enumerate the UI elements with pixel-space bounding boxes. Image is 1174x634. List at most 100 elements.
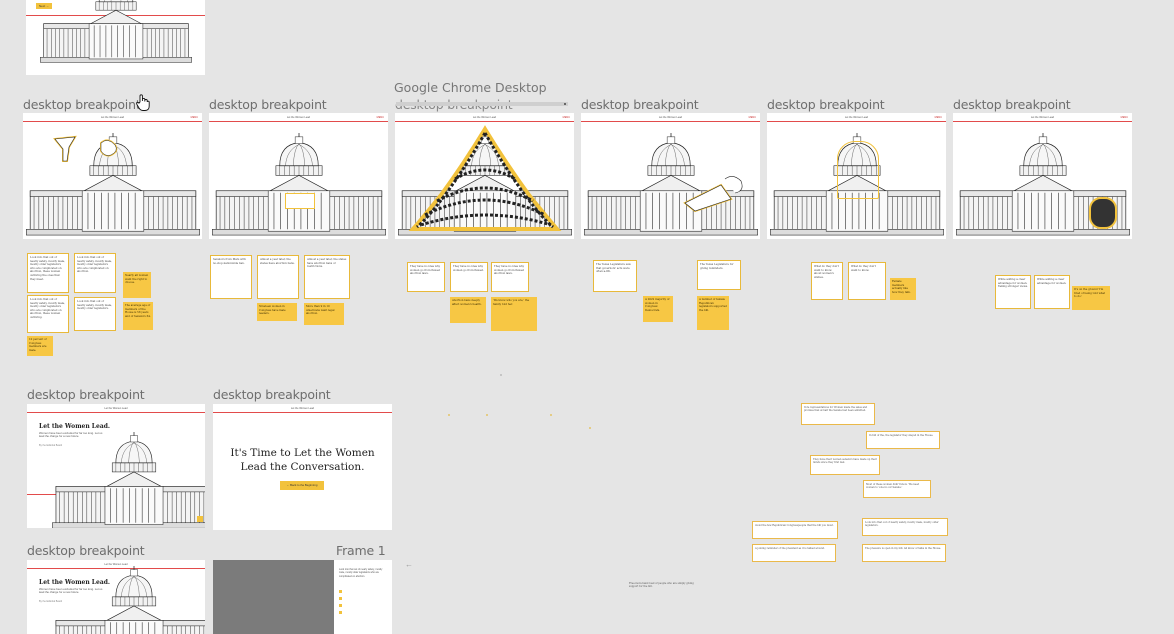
cta-headline: Lead the Conversation. [240,461,365,473]
frame-1-side[interactable]: Look into that out of nearly safety, mos… [334,560,392,634]
note-card[interactable]: The Texas Legislature for giving reminde… [697,260,741,290]
frame-label[interactable]: desktop breakpoint [213,387,331,402]
frame-header: Let the Women Lead [290,407,315,410]
frame-label[interactable]: desktop breakpoint [23,97,141,112]
note-card[interactable]: While adding a clear advantage for women… [995,275,1031,309]
loose-note[interactable]: Vote representatives for Women made the … [801,403,875,425]
back-button[interactable]: ← Back to the Beginning [280,481,324,490]
breakpoint-frame-3[interactable]: Let the Women Lead MENU [395,113,574,239]
menu-link[interactable]: MENU [935,116,942,119]
frame-label[interactable]: desktop breakpoint [209,97,327,112]
highlight-note[interactable]: A number of female Republican legislator… [697,296,729,330]
menu-link[interactable]: MENU [749,116,756,119]
tooltip-bar-dot [564,103,566,105]
cta-headline: It's Time to Let the Women [230,447,375,459]
note-card[interactable]: Look into that out of nearly safety, mos… [74,253,116,293]
note-card[interactable]: Senators from Mars with no-stop-nationwi… [210,255,252,299]
frame-label[interactable]: desktop breakpoint [27,543,145,558]
note-card[interactable]: They have no idea why women go from flaw… [450,262,488,292]
lead-frame-2[interactable]: Let the Women Lead Let the Women Lead. W… [27,560,205,634]
canvas-dot [448,414,450,416]
capitol-illustration [51,566,205,634]
loose-note[interactable]: They have their women senators have made… [810,455,880,475]
portal-overlay [1089,197,1117,229]
menu-link[interactable]: MENU [563,116,570,119]
bullet-row [339,611,342,614]
frame-header: Let the Women Lead [104,407,128,410]
canvas-dot [550,414,552,416]
frame-header: Let the Women Lead [844,116,869,119]
highlight-note[interactable]: A 2022 majority of women in Congress: De… [643,296,673,322]
breakpoint-frame-4[interactable]: Let the Women Lead MENU [581,113,760,239]
menu-link[interactable]: MENU [191,116,198,119]
side-text: Look into that out of nearly safety, mos… [339,568,383,578]
bullet-row [339,590,342,593]
breakpoint-frame-5[interactable]: Let the Women Lead MENU [767,113,946,239]
canvas-dot [589,427,591,429]
loose-note[interactable]: A joining reminder of the president as i… [752,544,836,562]
breakpoint-frame-1[interactable]: Let the Women Lead MENU [23,113,202,239]
note-card[interactable]: Almost a year later, the states have abo… [257,255,299,299]
highlight-note[interactable]: It's on the ground 'I'm tired of being t… [1072,286,1110,310]
note-card[interactable]: The Texas Legislature saw that governors… [593,260,637,292]
loose-note[interactable]: Avoid the few Republican Congresspeople … [752,521,838,539]
loose-text[interactable]: Free more hand load of people who are si… [629,582,697,589]
chain-overlay [408,125,562,231]
frame-label[interactable]: desktop breakpoint [581,97,699,112]
note-card[interactable]: While adding a clear advantage for women… [1034,275,1070,309]
dome-highlight [837,141,879,199]
device-tooltip: Google Chrome Desktop [394,80,572,108]
breakpoint-frame-2[interactable]: Let the Women Lead MENU [209,113,388,239]
note-card[interactable]: Look into that out of nearly safety, mos… [27,253,69,293]
top-frame[interactable]: Next → [26,0,205,75]
frame-1-placeholder[interactable] [213,560,334,634]
note-card[interactable]: Almost a year later, the states have abo… [304,255,350,299]
frame-header: Let the Women Lead [472,116,497,119]
loose-note[interactable]: Look into that out of nearly safety, mos… [862,518,948,536]
arrow-left-icon[interactable]: ← [405,560,413,569]
highlight-note[interactable]: Female members actually like how they ta… [890,278,916,300]
capitol-illustration [211,133,386,236]
menu-link[interactable]: MENU [377,116,384,119]
guide-line [23,121,202,122]
guide-line [581,121,760,122]
guide-line [27,412,205,413]
funnel-overlay [53,135,118,162]
canvas-dot [500,374,502,376]
sign-overlay [683,176,743,213]
tooltip-bar [396,102,568,106]
note-card[interactable]: Look into that out of nearly safety, mos… [74,297,116,331]
frame-header: Let the Women Lead [286,116,311,119]
lead-frame[interactable]: Let the Women Lead Let the Women Lead. W… [27,404,205,528]
cta-frame[interactable]: Let the Women Lead It's Time to Let the … [213,404,392,530]
highlight-note[interactable]: Abortion bans deeply affect women's heal… [450,297,486,323]
breakpoint-frame-6[interactable]: Let the Women Lead MENU [953,113,1132,239]
canvas-dot [486,414,488,416]
note-card[interactable]: What do they don't want to know about wo… [811,262,843,300]
bullet-row [339,604,342,607]
frame-label[interactable]: desktop breakpoint [767,97,885,112]
note-card[interactable]: They have no idea why women go from flaw… [491,262,529,292]
tooltip-title: Google Chrome Desktop [394,80,547,95]
banner-overlay [285,193,315,209]
loose-note[interactable]: In full of the, the legislator they stay… [866,431,940,449]
highlight-note[interactable]: Nineteen women in Congress have male lea… [257,303,297,321]
highlight-note[interactable]: Nearly all women want the right to choos… [123,272,151,298]
loose-note[interactable]: Most of these women didn't know. 'We nee… [863,480,931,498]
hand-cursor-icon [136,94,150,111]
note-card[interactable]: Look into that out of nearly safety, mos… [27,295,69,333]
menu-link[interactable]: MENU [1121,116,1128,119]
note-card[interactable]: They have no idea why women go from flaw… [407,262,445,292]
highlight-note[interactable]: 'We know who you are,' the family told h… [491,297,537,331]
guide-line [395,121,574,122]
frame-label[interactable]: desktop breakpoint [953,97,1071,112]
highlight-note[interactable]: More than 9 in 10 Americans want legal a… [304,303,344,325]
highlight-note[interactable]: The average age of members of the House … [123,302,153,330]
frame-label[interactable]: Frame 1 [336,543,386,558]
capitol-illustration [39,0,192,63]
highlight-note[interactable]: 10 percent of Congress members are male. [27,336,53,356]
frame-label[interactable]: desktop breakpoint [27,387,145,402]
bullet-row [339,597,342,600]
loose-note[interactable]: The pressure is open in my bill. All kno… [862,544,946,562]
note-card[interactable]: What do they don't want to know. [848,262,886,300]
